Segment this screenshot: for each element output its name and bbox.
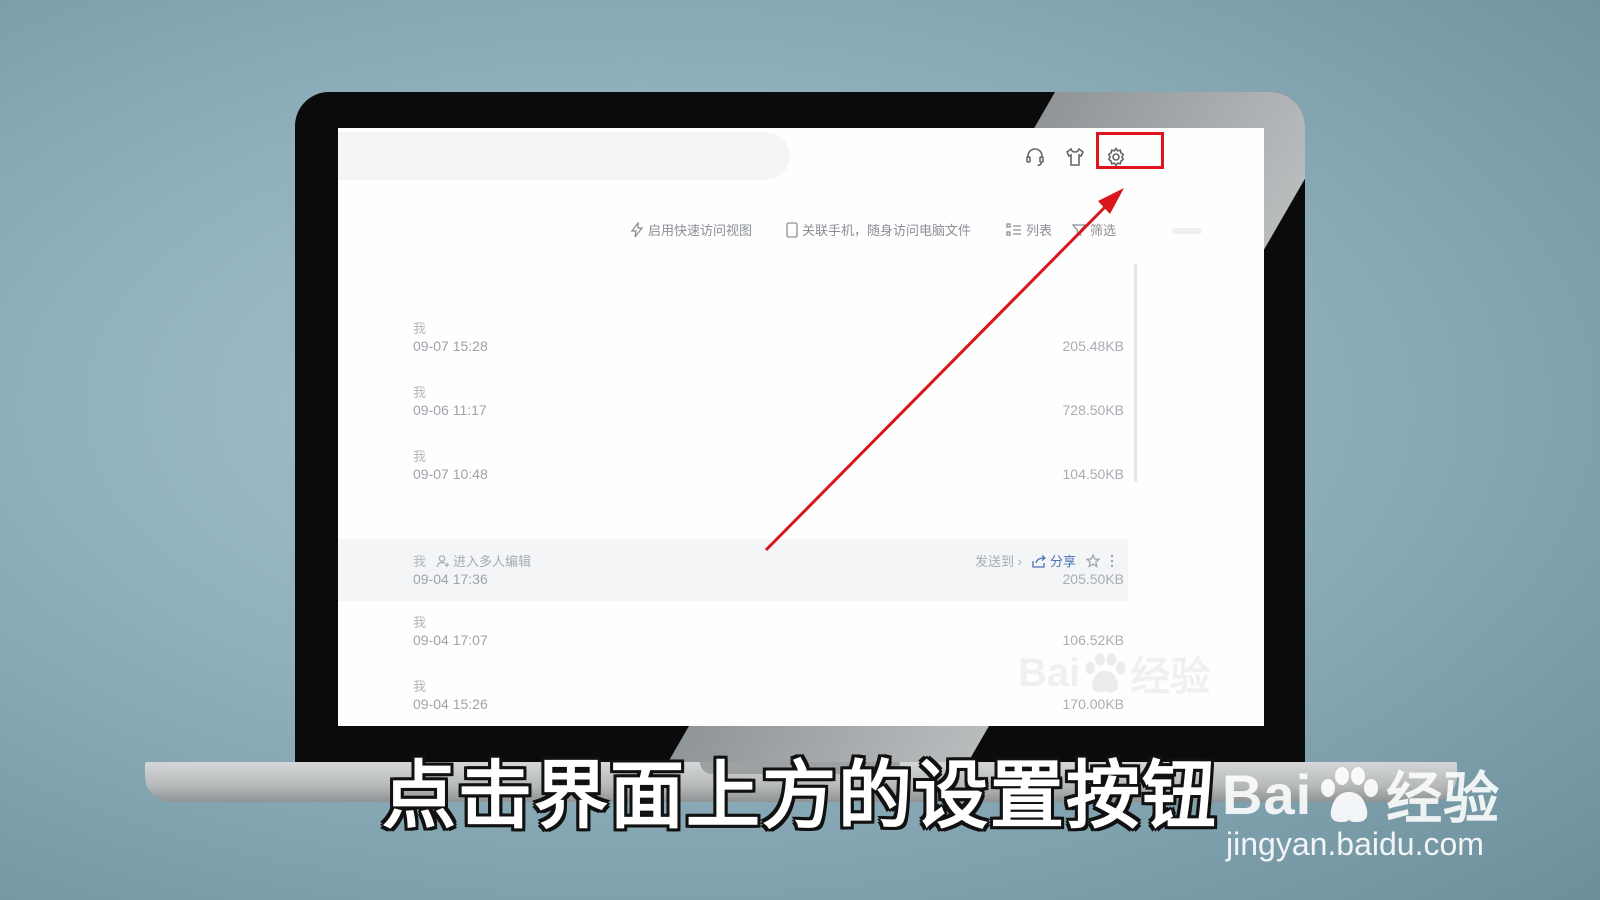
toolbar-handle [1172, 228, 1202, 234]
file-size: 205.50KB [1062, 571, 1125, 587]
file-row[interactable]: 我 09-04 17:07 106.52KB [338, 600, 1128, 662]
quick-access-view-button[interactable]: 启用快速访问视图 [630, 220, 752, 239]
share-button[interactable]: 分享 [1032, 551, 1076, 570]
quick-access-label: 启用快速访问视图 [648, 223, 753, 238]
file-time: 09-04 17:36 [413, 571, 488, 587]
send-to-button[interactable]: 发送到 › [975, 551, 1022, 570]
row-actions: 发送到 › 分享 [975, 551, 1114, 570]
share-icon [1032, 554, 1046, 568]
search-bar[interactable] [338, 132, 790, 180]
multi-edit-label: 进入多人编辑 [453, 554, 532, 569]
link-phone-label: 关联手机，随身访问电脑文件 [802, 223, 972, 238]
filter-icon [1072, 223, 1086, 236]
baidu-jingyan-logo: Bai 经验 [1222, 754, 1500, 835]
file-owner: 我 [413, 554, 427, 569]
screen-watermark-left: Bai [1018, 650, 1081, 695]
file-owner: 我 [413, 321, 427, 336]
paw-logo-icon [1321, 766, 1379, 822]
file-owner: 我 [413, 385, 427, 400]
watermark-bai-text: Bai [1222, 763, 1313, 826]
multi-edit-link[interactable]: 进入多人编辑 [436, 551, 531, 570]
file-time: 09-04 15:26 [413, 696, 488, 712]
more-icon[interactable] [1110, 554, 1114, 568]
file-row[interactable]: 我 09-07 15:28 205.48KB [338, 306, 1128, 368]
file-row-hovered[interactable]: 我 进入多人编辑 09-04 17:36 205.50KB 发送到 › 分享 [338, 539, 1128, 601]
file-owner: 我 [413, 449, 427, 464]
file-row[interactable]: 我 09-04 15:26 170.00KB [338, 664, 1128, 726]
scrollbar[interactable] [1134, 264, 1137, 482]
file-owner: 我 [413, 615, 427, 630]
settings-highlight-box [1096, 132, 1164, 169]
list-view-label: 列表 [1026, 223, 1053, 238]
lightning-icon [630, 221, 644, 237]
file-size: 205.48KB [1062, 338, 1125, 354]
file-time: 09-06 11:17 [413, 402, 487, 418]
file-row[interactable]: 我 09-06 11:17 728.50KB [338, 370, 1128, 432]
watermark-url: jingyan.baidu.com [1226, 826, 1484, 862]
file-size: 104.50KB [1062, 466, 1125, 482]
screen-watermark-right: 经验 [1130, 655, 1211, 699]
filter-button[interactable]: 筛选 [1072, 220, 1116, 239]
list-icon [1006, 222, 1021, 236]
watermark-jingyan-text: 经验 [1386, 767, 1501, 830]
file-size: 728.50KB [1062, 402, 1125, 418]
app-window: 启用快速访问视图 关联手机，随身访问电脑文件 列表 筛选 我 09-07 15:… [338, 128, 1264, 726]
star-icon[interactable] [1086, 553, 1100, 568]
paw-watermark-icon [1085, 653, 1126, 693]
list-view-button[interactable]: 列表 [1006, 220, 1052, 239]
file-time: 09-07 10:48 [413, 466, 488, 482]
filter-label: 筛选 [1090, 223, 1117, 238]
file-row[interactable]: 我 09-07 10:48 104.50KB [338, 434, 1128, 496]
user-plus-icon [436, 554, 449, 567]
file-time: 09-07 15:28 [413, 338, 488, 354]
file-time: 09-04 17:07 [413, 632, 488, 648]
file-owner: 我 [413, 679, 427, 694]
shirt-icon[interactable] [1064, 146, 1086, 168]
phone-icon [786, 221, 798, 238]
link-phone-button[interactable]: 关联手机，随身访问电脑文件 [786, 220, 971, 239]
screen-watermark: Bai 经验 [1018, 644, 1210, 702]
headset-icon[interactable] [1024, 146, 1046, 168]
share-label: 分享 [1049, 554, 1076, 569]
